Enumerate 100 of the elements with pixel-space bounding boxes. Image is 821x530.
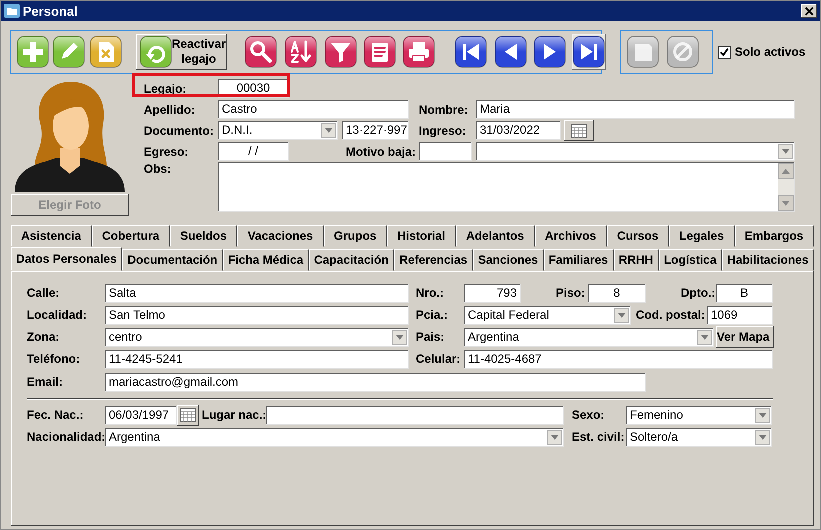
field-label: Sexo: [572, 408, 606, 422]
field-label: Fec. Nac.: [27, 408, 85, 422]
tab[interactable]: Referencias [394, 249, 473, 271]
next-record-button[interactable] [533, 34, 568, 70]
dropdown-field[interactable]: Capital Federal [464, 306, 631, 324]
tab[interactable]: Datos Personales [11, 247, 122, 271]
field-label: Zona: [27, 330, 61, 344]
reactivate-button[interactable]: Reactivar legajo [136, 34, 228, 70]
tab[interactable]: Vacaciones [237, 225, 324, 247]
caret-icon [618, 312, 626, 318]
field-label: Ingreso: [419, 124, 468, 138]
printer-icon [403, 36, 436, 68]
calendar-button[interactable] [177, 404, 199, 426]
field-label: Teléfono: [27, 352, 82, 366]
dropdown-field[interactable]: Argentina [105, 428, 564, 446]
notes-field[interactable] [218, 162, 795, 212]
text-field[interactable]: / / [218, 142, 289, 161]
first-icon [455, 36, 488, 68]
view-map-button[interactable]: Ver Mapa [716, 326, 774, 348]
delete-button[interactable] [89, 34, 123, 70]
dropdown-field[interactable] [476, 142, 795, 161]
close-icon [804, 6, 814, 16]
tab[interactable]: Documentación [122, 249, 223, 271]
filter-button[interactable] [324, 34, 358, 70]
close-button[interactable] [801, 4, 817, 18]
previous-record-button[interactable] [494, 34, 528, 70]
calendar-icon [180, 408, 196, 422]
dropdown-field[interactable]: D.N.I. [218, 121, 338, 140]
field-label: Nro.: [416, 286, 445, 300]
folder-icon [4, 3, 20, 19]
text-field[interactable]: Castro [218, 100, 409, 119]
print-button[interactable] [402, 34, 436, 70]
scrollbar[interactable] [778, 163, 794, 211]
calendar-button[interactable] [564, 120, 594, 141]
dropdown-field[interactable]: centro [105, 328, 409, 346]
tab[interactable]: Historial [387, 225, 456, 247]
tab[interactable]: RRHH [614, 249, 659, 271]
edit-button[interactable] [52, 34, 86, 70]
checkbox[interactable] [718, 46, 731, 58]
caret-icon [700, 334, 708, 340]
field-label: Est. civil: [572, 430, 626, 444]
text-field[interactable]: mariacastro@gmail.com [105, 372, 646, 392]
field-label: Motivo baja: [346, 144, 418, 158]
report-button[interactable] [363, 34, 398, 70]
text-field[interactable]: Maria [476, 100, 795, 119]
tab[interactable]: Sueldos [170, 225, 238, 247]
tab[interactable]: Cobertura [92, 225, 170, 247]
text-field[interactable]: 1069 [707, 306, 773, 324]
tab[interactable]: Archivos [534, 225, 607, 247]
date-field[interactable]: 31/03/2022 [476, 121, 561, 140]
tab[interactable]: Familiares [544, 249, 614, 271]
pencil-icon [53, 36, 85, 68]
tab[interactable]: Asistencia [11, 225, 92, 247]
tab[interactable]: Grupos [324, 225, 388, 247]
dropdown-field[interactable]: Argentina [464, 328, 714, 346]
text-field[interactable] [419, 142, 472, 161]
dropdown-field[interactable]: Femenino [626, 406, 772, 424]
text-field[interactable]: Salta [105, 284, 409, 302]
text-field[interactable] [266, 406, 564, 424]
search-icon [245, 36, 278, 68]
field-label: Dpto.: [681, 286, 716, 300]
text-field[interactable]: 11-4025-4687 [464, 350, 773, 368]
field-label: Celular: [416, 352, 462, 366]
tab[interactable]: Cursos [606, 225, 670, 247]
funnel-icon [325, 36, 358, 68]
disk-icon [627, 36, 659, 68]
tab[interactable]: Sanciones [472, 249, 544, 271]
tab[interactable]: Habilitaciones [722, 249, 814, 271]
caret-icon [782, 149, 790, 154]
date-field[interactable]: 06/03/1997 [105, 406, 177, 424]
search-button[interactable] [244, 34, 278, 70]
text-field[interactable]: 13·227·997 [342, 121, 409, 140]
field-label: Email: [27, 375, 64, 389]
text-field[interactable]: 11-4245-5241 [105, 350, 409, 368]
prohibited-icon [667, 36, 699, 68]
field-label: Pais: [416, 330, 446, 344]
tab[interactable]: Adelantos [456, 225, 535, 247]
tab[interactable]: Legales [669, 225, 735, 247]
tab[interactable]: Embargos [734, 225, 814, 247]
tab[interactable]: Ficha Médica [222, 249, 309, 271]
tab[interactable]: Logística [658, 249, 722, 271]
field-label: Cod. postal: [636, 308, 706, 322]
tab[interactable]: Capacitación [308, 249, 394, 271]
field-label: Obs: [144, 162, 172, 176]
field-label: Nacionalidad: [27, 430, 105, 444]
first-record-button[interactable] [454, 34, 488, 70]
sort-button[interactable] [284, 34, 318, 70]
up-arrow-icon [782, 168, 790, 174]
text-field[interactable]: San Telmo [105, 306, 409, 324]
last-record-button[interactable] [572, 34, 606, 70]
add-button[interactable] [16, 34, 50, 70]
only-active-checkbox[interactable]: Solo activos [718, 45, 806, 59]
text-field[interactable]: 793 [464, 284, 521, 302]
field-label: Localidad: [27, 308, 88, 322]
dropdown-field[interactable]: Soltero/a [626, 428, 772, 446]
field-label: Egreso: [144, 144, 190, 158]
text-field[interactable]: B [716, 284, 773, 302]
field-label: Nombre: [419, 102, 470, 116]
previous-icon [495, 36, 528, 68]
text-field[interactable]: 8 [588, 284, 646, 302]
